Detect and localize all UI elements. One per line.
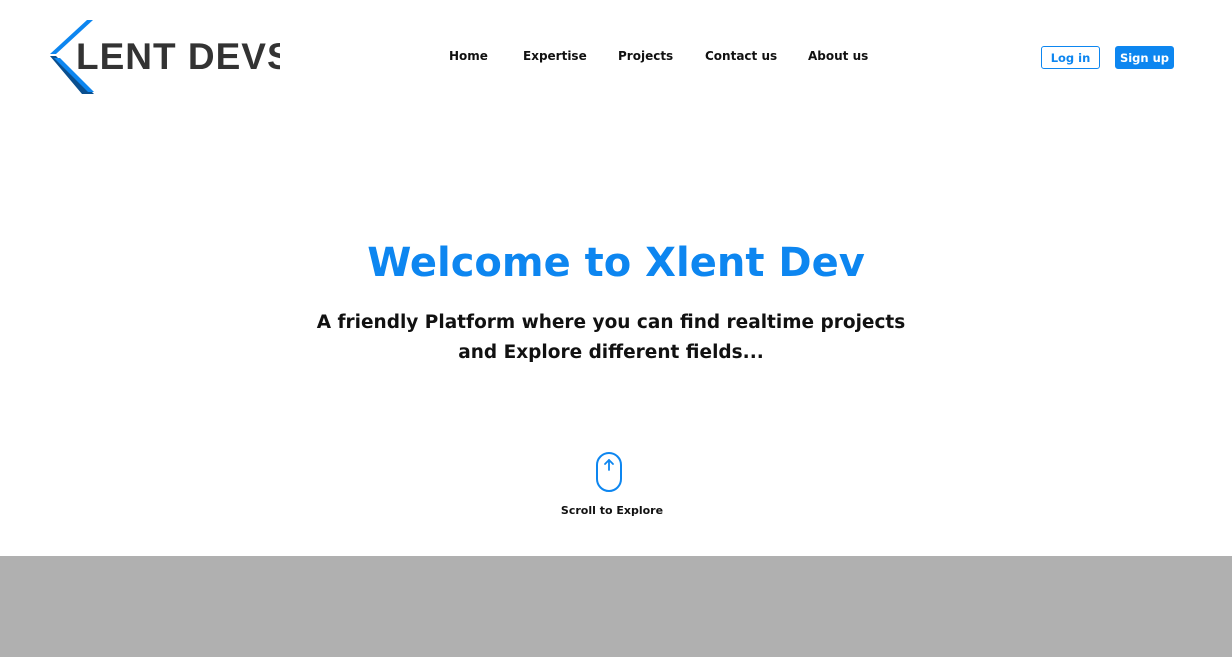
next-section-band: [0, 556, 1232, 657]
hero-title: Welcome to Xlent Dev: [367, 240, 865, 286]
signup-button[interactable]: Sign up: [1115, 46, 1174, 69]
nav-item-about-us[interactable]: About us: [808, 49, 868, 63]
nav-item-expertise[interactable]: Expertise: [523, 49, 587, 63]
nav-item-projects[interactable]: Projects: [618, 49, 673, 63]
nav-item-contact-us[interactable]: Contact us: [705, 49, 777, 63]
site-header: LENT DEVS Home Expertise Projects Contac…: [0, 0, 1232, 110]
login-button[interactable]: Log in: [1041, 46, 1100, 69]
nav-item-home[interactable]: Home: [449, 49, 488, 63]
scroll-label: Scroll to Explore: [560, 504, 664, 517]
hero-subtitle: A friendly Platform where you can find r…: [316, 312, 906, 363]
mouse-scroll-icon: [596, 452, 622, 492]
scroll-to-explore[interactable]: Scroll to Explore: [560, 450, 672, 520]
